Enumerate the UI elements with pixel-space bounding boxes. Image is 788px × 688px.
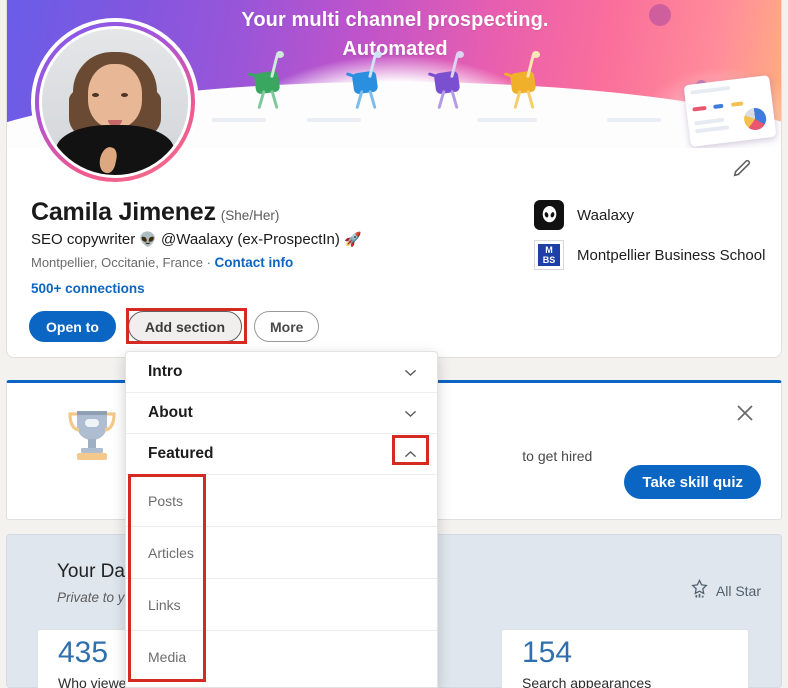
dropdown-section-about[interactable]: About	[126, 393, 437, 434]
ground-dash	[307, 118, 361, 122]
stat-label: Search appearances	[522, 675, 652, 688]
ostrich-mascot-purple	[427, 51, 483, 110]
ground-dash	[477, 118, 537, 122]
dropdown-section-label: About	[148, 404, 193, 421]
ground-dash	[212, 118, 266, 122]
dropdown-item-posts[interactable]: Posts	[126, 475, 437, 527]
profile-card: Your multi channel prospecting. Automate…	[6, 0, 782, 358]
dropdown-section-label: Featured	[148, 445, 214, 462]
banner-dashboard-graphic	[683, 74, 777, 148]
banner-line-1: Your multi channel prospecting.	[241, 9, 549, 31]
page-title: Camila Jimenez	[31, 198, 216, 226]
dropdown-item-media[interactable]: Media	[126, 631, 437, 683]
chevron-up-icon[interactable]	[400, 444, 420, 464]
location-text: Montpellier, Occitanie, France ·	[31, 255, 215, 270]
education-row[interactable]: M BS Montpellier Business School	[534, 240, 765, 270]
headline-text-before: SEO copywriter	[31, 231, 136, 248]
ground-dash	[607, 118, 661, 122]
chevron-down-icon[interactable]	[400, 403, 420, 423]
pronouns: (She/Her)	[220, 208, 280, 223]
avatar	[39, 26, 191, 178]
school-name: Montpellier Business School	[577, 246, 766, 264]
status-badge[interactable]: All Star	[690, 578, 761, 602]
ostrich-mascot-green	[247, 51, 303, 110]
dropdown-item-label: Media	[148, 649, 187, 665]
current-company-row[interactable]: Waalaxy	[534, 200, 634, 230]
add-section-dropdown: Intro About Featured Posts Articles Link…	[125, 351, 438, 688]
open-to-button[interactable]: Open to	[29, 311, 116, 342]
dropdown-item-label: Articles	[148, 544, 194, 561]
star-analytics-icon	[690, 578, 709, 602]
close-icon[interactable]	[733, 401, 759, 427]
rocket-icon: 🚀	[344, 231, 362, 247]
alien-icon: 👽	[139, 231, 157, 247]
contact-info-link[interactable]: Contact info	[215, 255, 294, 270]
stand-out-subtitle-suffix: to get hired	[522, 448, 593, 464]
dropdown-item-links[interactable]: Links	[126, 579, 437, 631]
mbs-logo: M BS	[534, 240, 564, 270]
dropdown-item-label: Links	[148, 596, 181, 613]
take-skill-quiz-button[interactable]: Take skill quiz	[624, 465, 761, 499]
profile-location: Montpellier, Occitanie, France · Contact…	[31, 255, 361, 270]
trophy-icon	[63, 405, 121, 467]
profile-actions: Open to Add section More	[29, 311, 320, 342]
pencil-icon[interactable]	[729, 155, 755, 181]
dropdown-section-intro[interactable]: Intro	[126, 352, 437, 393]
profile-photo[interactable]	[35, 22, 195, 182]
chevron-down-icon[interactable]	[400, 362, 420, 382]
stat-card-search-appearances[interactable]: 154 Search appearances	[501, 629, 749, 688]
stat-value: 154	[522, 636, 573, 669]
ostrich-mascot-yellow	[503, 51, 559, 110]
ostrich-mascot-blue	[345, 51, 401, 110]
waalaxy-alien-logo	[534, 200, 564, 230]
dropdown-item-label: Posts	[148, 492, 184, 509]
connections-count[interactable]: 500+ connections	[31, 281, 361, 296]
linkedin-profile-page: Your multi channel prospecting. Automate…	[0, 0, 788, 688]
dropdown-section-label: Intro	[148, 363, 183, 380]
name-line: Camila Jimenez (She/Her)	[31, 198, 361, 227]
more-button[interactable]: More	[254, 311, 320, 342]
profile-headline: SEO copywriter 👽 @Waalaxy (ex-ProspectIn…	[31, 231, 361, 248]
dropdown-section-featured[interactable]: Featured	[126, 434, 437, 475]
dropdown-item-articles[interactable]: Articles	[126, 527, 437, 579]
status-badge-label: All Star	[715, 582, 761, 599]
add-section-button[interactable]: Add section	[127, 311, 243, 342]
profile-identity: Camila Jimenez (She/Her) SEO copywriter 👽…	[31, 198, 361, 296]
headline-text-after: @Waalaxy (ex-ProspectIn)	[160, 231, 340, 248]
company-name: Waalaxy	[577, 206, 634, 224]
